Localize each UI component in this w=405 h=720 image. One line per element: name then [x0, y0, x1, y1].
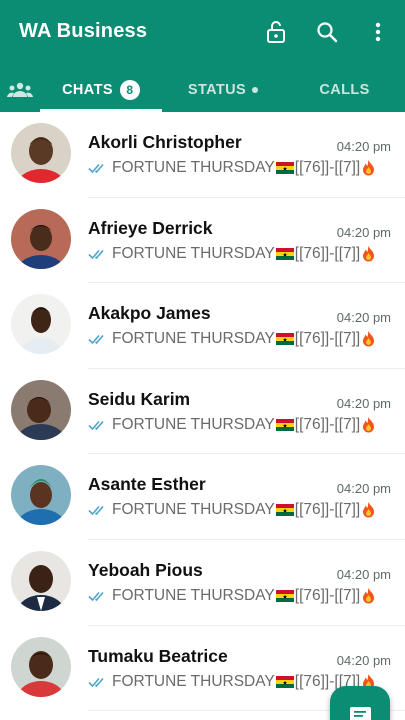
lock-open-icon[interactable]	[262, 18, 290, 46]
contact-name: Akorli Christopher	[88, 132, 242, 152]
chat-row[interactable]: Yeboah Pious 04:20 pm FORTUNE THURSDAY […	[0, 540, 405, 626]
ghana-flag-icon	[275, 162, 294, 174]
tab-chats[interactable]: CHATS 8	[40, 68, 162, 112]
message-time: 04:20 pm	[336, 566, 391, 582]
tab-status-label: STATUS	[187, 82, 247, 98]
ghana-flag-icon	[275, 333, 294, 346]
contact-name: Seidu Karim	[88, 388, 191, 409]
chat-row[interactable]: Seidu Karim 04:20 pm FORTUNE THURSDAY [[…	[0, 369, 405, 455]
avatar[interactable]	[11, 294, 71, 355]
contact-name: Asante Esther	[88, 474, 206, 495]
ghana-flag-icon	[275, 589, 294, 602]
contact-name: Yeboah Pious	[88, 559, 203, 580]
avatar[interactable]	[11, 550, 71, 611]
contact-name: Akakpo James	[88, 303, 211, 324]
avatar[interactable]	[11, 465, 71, 526]
app-bar: WA Business CHATS 8 STATUS CALLS	[0, 0, 405, 112]
avatar[interactable]	[11, 208, 71, 269]
message-preview: FORTUNE THURSDAY [[76]]-[[7]]	[88, 245, 385, 263]
chat-list: Akorli Christopher 04:20 pm FORTUNE THUR…	[0, 112, 405, 720]
status-update-dot	[252, 87, 259, 93]
message-preview: FORTUNE THURSDAY [[76]]-[[7]]	[88, 587, 385, 605]
search-icon[interactable]	[313, 18, 341, 46]
message-preview: FORTUNE THURSDAY [[76]]-[[7]]	[88, 330, 385, 348]
fire-icon	[363, 245, 375, 262]
chat-row[interactable]: Afrieye Derrick 04:20 pm FORTUNE THURSDA…	[0, 198, 405, 284]
message-text: FORTUNE THURSDAY	[112, 415, 275, 433]
message-preview: FORTUNE THURSDAY [[76]]-[[7]]	[88, 159, 385, 177]
avatar[interactable]	[11, 123, 71, 183]
unread-count-badge: 8	[119, 80, 140, 100]
more-vert-icon[interactable]	[364, 18, 392, 46]
new-chat-icon[interactable]	[330, 686, 390, 720]
double-check-icon	[88, 335, 104, 345]
double-check-icon	[88, 506, 104, 516]
tab-calls-label: CALLS	[319, 82, 370, 98]
message-text: FORTUNE THURSDAY	[112, 159, 275, 176]
ghana-flag-icon	[275, 247, 294, 260]
tab-bar: CHATS 8 STATUS CALLS	[0, 68, 405, 112]
message-time: 04:20 pm	[336, 139, 391, 154]
message-time: 04:20 pm	[336, 395, 391, 411]
ghana-flag-icon	[275, 504, 294, 517]
tab-status[interactable]: STATUS	[162, 68, 284, 112]
message-suffix: [[76]]-[[7]]	[294, 586, 361, 604]
fire-icon	[363, 416, 375, 433]
message-time: 04:20 pm	[336, 481, 391, 497]
fire-icon	[363, 587, 375, 604]
message-preview: FORTUNE THURSDAY [[76]]-[[7]]	[88, 501, 385, 519]
message-text: FORTUNE THURSDAY	[112, 672, 275, 690]
message-suffix: [[76]]-[[7]]	[294, 501, 361, 519]
contact-name: Afrieye Derrick	[88, 217, 213, 238]
tab-calls[interactable]: CALLS	[284, 68, 405, 112]
message-text: FORTUNE THURSDAY	[112, 586, 275, 604]
double-check-icon	[88, 163, 104, 174]
contact-name: Tumaku Beatrice	[88, 645, 228, 666]
app-title: WA Business	[19, 20, 148, 42]
chat-row[interactable]: Asante Esther 04:20 pm FORTUNE THURSDAY …	[0, 454, 405, 540]
fire-icon	[363, 502, 375, 518]
ghana-flag-icon	[275, 675, 294, 688]
community-icon[interactable]	[0, 68, 40, 112]
double-check-icon	[88, 591, 104, 602]
message-suffix: [[76]]-[[7]]	[294, 159, 361, 176]
message-suffix: [[76]]-[[7]]	[294, 415, 361, 433]
message-text: FORTUNE THURSDAY	[112, 501, 275, 519]
avatar[interactable]	[11, 636, 71, 697]
message-time: 04:20 pm	[336, 652, 391, 668]
fire-icon	[363, 160, 375, 176]
chat-row[interactable]: Akorli Christopher 04:20 pm FORTUNE THUR…	[0, 112, 405, 198]
message-text: FORTUNE THURSDAY	[112, 330, 275, 348]
chat-row[interactable]: Akakpo James 04:20 pm FORTUNE THURSDAY […	[0, 283, 405, 369]
message-time: 04:20 pm	[336, 224, 391, 240]
message-suffix: [[76]]-[[7]]	[294, 330, 361, 348]
tab-chats-label: CHATS	[62, 82, 113, 98]
fire-icon	[363, 331, 375, 347]
message-time: 04:20 pm	[336, 310, 391, 326]
message-text: FORTUNE THURSDAY	[112, 244, 275, 262]
message-suffix: [[76]]-[[7]]	[294, 244, 361, 262]
double-check-icon	[88, 677, 104, 687]
avatar[interactable]	[11, 379, 71, 440]
message-preview: FORTUNE THURSDAY [[76]]-[[7]]	[88, 416, 385, 434]
double-check-icon	[88, 249, 104, 259]
double-check-icon	[88, 420, 104, 430]
ghana-flag-icon	[275, 418, 294, 431]
